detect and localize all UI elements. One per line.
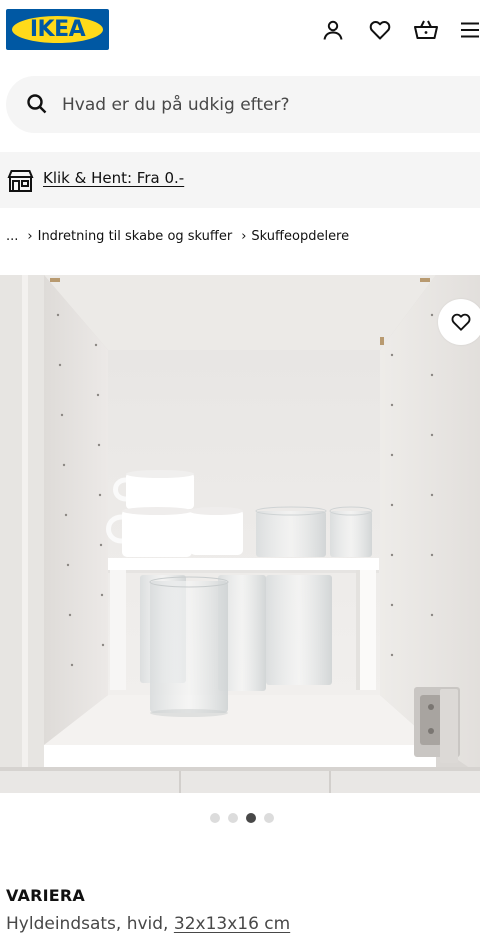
product-type: Hyldeindsats, hvid, <box>6 914 174 934</box>
click-collect-link[interactable]: Klik & Hent: Fra 0.- <box>43 169 184 187</box>
search-icon <box>24 91 50 117</box>
breadcrumb: ... › Indretning til skabe og skuffer › … <box>6 226 349 246</box>
product-dimensions-link[interactable]: 32x13x16 cm <box>174 914 290 934</box>
product-description: Hyldeindsats, hvid, 32x13x16 cm <box>6 914 290 934</box>
ikea-logo[interactable]: IKEA <box>6 9 109 50</box>
chevron-right-icon: › <box>241 228 247 244</box>
search-input[interactable] <box>62 90 462 120</box>
carousel-dot[interactable] <box>210 813 220 823</box>
account-icon[interactable] <box>315 12 351 48</box>
add-to-favourites-button[interactable] <box>438 299 480 345</box>
carousel-dot[interactable] <box>264 813 274 823</box>
chevron-right-icon: › <box>27 228 33 244</box>
carousel-dot-active[interactable] <box>246 813 256 823</box>
carousel-dot[interactable] <box>228 813 238 823</box>
logo-text: IKEA <box>29 17 86 42</box>
store-icon <box>7 169 34 193</box>
basket-icon[interactable] <box>408 12 444 48</box>
carousel-indicators <box>210 813 274 823</box>
breadcrumb-item-cabinet-organisers[interactable]: Indretning til skabe og skuffer <box>38 229 233 244</box>
header: IKEA <box>0 0 480 62</box>
heart-icon[interactable] <box>362 12 398 48</box>
click-collect-bar[interactable]: Klik & Hent: Fra 0.- <box>0 152 480 208</box>
heart-icon <box>451 313 471 331</box>
product-image[interactable] <box>0 275 480 793</box>
breadcrumb-item-drawer-dividers[interactable]: Skuffeopdelere <box>251 229 349 244</box>
menu-icon[interactable] <box>452 12 480 48</box>
breadcrumb-ellipsis[interactable]: ... <box>6 229 18 244</box>
product-name: VARIERA <box>6 886 85 905</box>
search-bar[interactable] <box>6 76 480 133</box>
